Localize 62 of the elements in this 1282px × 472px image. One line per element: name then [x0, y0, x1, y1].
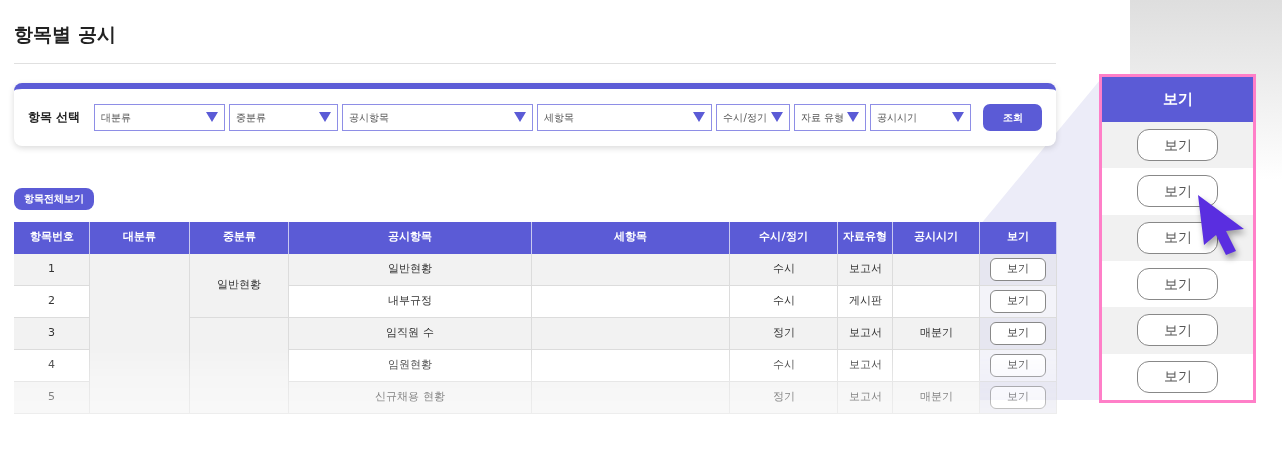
- caret-icon: [846, 112, 859, 122]
- cursor-icon: [1196, 193, 1246, 257]
- view-button[interactable]: 보기: [1137, 314, 1218, 347]
- table-cell-text: 수시: [772, 356, 795, 373]
- view-button[interactable]: 보기: [1137, 129, 1218, 162]
- dropdown[interactable]: 자료 유형: [794, 103, 866, 131]
- caret-icon: [952, 112, 965, 122]
- view-button[interactable]: 보기: [990, 353, 1046, 377]
- table-cell-text: 게시판: [848, 292, 882, 309]
- table-cell-text: 1: [48, 260, 55, 277]
- table-cell-text: 수시: [772, 260, 795, 277]
- table-cell-text: 수시: [772, 292, 795, 309]
- caret-icon: [319, 112, 332, 122]
- view-button[interactable]: 보기: [990, 289, 1046, 313]
- table-cell: 매분기: [893, 381, 980, 414]
- caret-icon: [771, 112, 784, 122]
- column-header: 대분류: [90, 221, 190, 254]
- dropdown[interactable]: 대분류: [93, 103, 225, 131]
- table-cell-text: 정기: [772, 324, 795, 341]
- table-cell-text: 내부규정: [388, 292, 432, 309]
- table-cell-text: 4: [48, 356, 55, 373]
- column-header: 공시항목: [289, 221, 532, 254]
- page-title: 항목별 공시: [14, 22, 116, 47]
- caret-icon: [514, 112, 527, 122]
- table-cell: 일반현황: [190, 253, 289, 318]
- table-cell-text: 5: [48, 388, 55, 405]
- table-cell-text: 보고서: [848, 324, 882, 341]
- column-header: 수시/정기: [730, 221, 838, 254]
- table-cell-text: 임직원 수: [386, 324, 434, 341]
- dropdown[interactable]: 중분류: [228, 103, 339, 131]
- table-cell-text: 보고서: [848, 356, 882, 373]
- view-button[interactable]: 보기: [1137, 360, 1218, 393]
- table-cell-text: 2: [48, 292, 55, 309]
- table-cell-text: 보고서: [848, 260, 882, 277]
- dropdown[interactable]: 공시항목: [342, 103, 534, 131]
- caret-icon: [205, 112, 218, 122]
- view-all-button[interactable]: 항목전체보기: [14, 187, 94, 210]
- table-cell-text: 정기: [772, 388, 795, 405]
- column-header: 보기: [980, 221, 1057, 254]
- table-cell: 매분기: [893, 317, 980, 350]
- view-button[interactable]: 보기: [990, 385, 1046, 409]
- table-cell-text: 신규채용 현황: [375, 388, 445, 405]
- column-header: 자료유형: [838, 221, 893, 254]
- table-cell-text: 일반현황: [388, 260, 432, 277]
- filter-label: 항목 선택: [28, 109, 82, 126]
- column-header: 중분류: [190, 221, 289, 254]
- column-header: 보기: [1102, 77, 1253, 122]
- table-cell-text: 3: [48, 324, 55, 341]
- dropdown[interactable]: 공시시기: [869, 103, 972, 131]
- column-header: 항목번호: [14, 221, 90, 254]
- column-header: 세항목: [532, 221, 730, 254]
- view-button[interactable]: 보기: [990, 257, 1046, 281]
- view-button[interactable]: 보기: [1137, 268, 1218, 301]
- table-cell-text: 임원현황: [388, 356, 432, 373]
- dropdown[interactable]: 수시/정기: [716, 103, 791, 131]
- view-button[interactable]: 보기: [1137, 175, 1218, 208]
- search-button[interactable]: 조회: [983, 103, 1042, 131]
- column-header: 공시시기: [893, 221, 980, 254]
- dropdown[interactable]: 세항목: [537, 103, 713, 131]
- table-cell-text: 보고서: [848, 388, 882, 405]
- view-button[interactable]: 보기: [990, 321, 1046, 345]
- caret-icon: [693, 112, 706, 122]
